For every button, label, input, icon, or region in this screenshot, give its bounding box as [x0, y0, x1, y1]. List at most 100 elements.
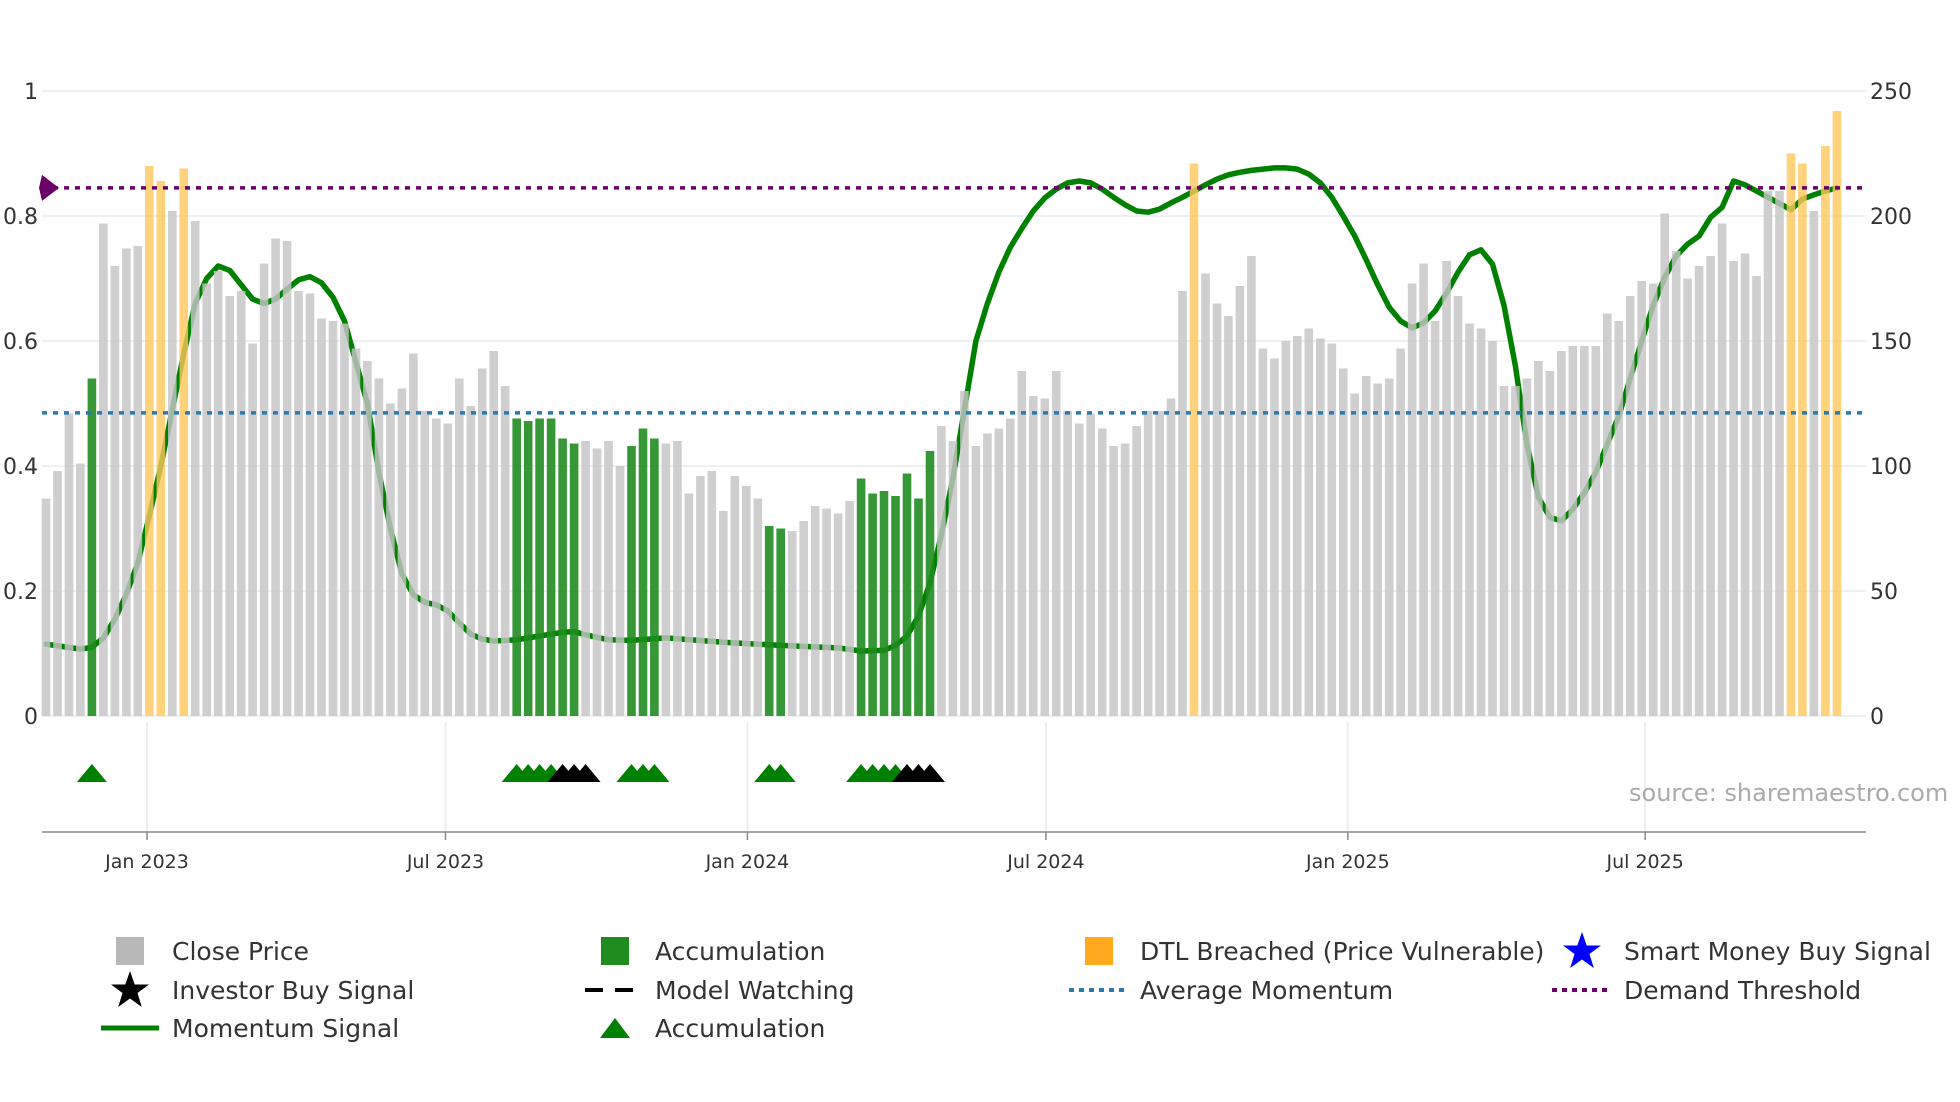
legend-label: DTL Breached (Price Vulnerable) [1140, 936, 1545, 966]
close-price-bar [64, 413, 74, 716]
left-axis-tick-label: 0.6 [3, 330, 38, 355]
close-price-bar [443, 423, 453, 716]
legend-label: Model Watching [655, 975, 855, 1005]
close-price-bar [1648, 283, 1658, 716]
close-price-bar [1316, 338, 1325, 716]
close-price-bar [1545, 371, 1555, 716]
close-price-bar [340, 323, 349, 716]
close-price-bar [432, 418, 441, 716]
close-price-bar [994, 428, 1004, 716]
close-price-bar [1763, 191, 1773, 716]
close-price-bar [1201, 273, 1210, 716]
close-price-bar [351, 348, 361, 716]
close-price-bar [1476, 328, 1486, 716]
close-price-bar [1683, 278, 1692, 716]
legend-label: Demand Threshold [1624, 975, 1862, 1005]
close-price-bar [822, 508, 831, 716]
left-axis-tick-label: 0.8 [3, 205, 38, 230]
close-price-bar [1407, 283, 1417, 716]
close-price-bar [719, 511, 728, 716]
close-price-bar [1430, 321, 1440, 716]
accumulation-bar [764, 526, 774, 716]
close-price-bar [1717, 223, 1727, 716]
accumulation-bar [87, 378, 97, 716]
x-axis-tick-label: Jul 2023 [406, 851, 484, 873]
close-price-bar [477, 368, 487, 716]
x-axis-tick-label: Jul 2025 [1605, 851, 1683, 873]
close-price-bar [1591, 346, 1601, 716]
close-price-bar [397, 388, 407, 716]
close-price-bar [799, 521, 808, 716]
close-price-bar [1132, 426, 1141, 716]
accumulation-bar [627, 446, 636, 716]
right-axis-tick-label: 0 [1870, 705, 1884, 730]
close-price-bar [271, 238, 280, 716]
dtl-breached-bar [1798, 163, 1807, 716]
close-price-bar [1029, 396, 1038, 716]
blue-dotted-line-icon [1069, 973, 1129, 1007]
close-price-bar [1006, 418, 1015, 716]
close-price-bar [1327, 343, 1337, 716]
close-price-bar [1396, 348, 1405, 716]
close-price-bar [1499, 386, 1509, 716]
legend-label: Momentum Signal [172, 1013, 400, 1043]
accumulation-bar [523, 421, 533, 716]
close-price-bar [1557, 351, 1566, 716]
close-price-bar [845, 501, 854, 716]
close-price-bar [742, 486, 751, 716]
black-dashed-line-icon [585, 973, 645, 1007]
accumulation-bar [512, 418, 521, 716]
green-triangle-icon [585, 1011, 645, 1045]
left-axis-tick-label: 1 [24, 80, 38, 105]
accumulation-bar [879, 491, 889, 716]
close-price-bar [1120, 443, 1130, 716]
close-price-bar [374, 378, 384, 716]
close-price-bar [1660, 213, 1669, 716]
close-price-bar [236, 291, 246, 716]
close-price-bar [386, 403, 395, 716]
close-price-bar [581, 441, 590, 716]
close-price-bar [1063, 411, 1072, 716]
close-price-bar [1224, 316, 1233, 716]
accumulation-bar [914, 498, 923, 716]
close-price-bar [1706, 256, 1715, 716]
close-price-bar [1568, 346, 1578, 716]
accumulation-bar [569, 443, 579, 716]
signal-markers [76, 764, 945, 782]
gray-square-icon [100, 934, 160, 968]
close-price-bar [328, 321, 338, 716]
close-price-bar [1247, 256, 1256, 716]
x-axis-tick-label: Jan 2023 [104, 851, 189, 873]
right-axis-tick-label: 100 [1870, 455, 1912, 480]
close-price-bar [1625, 296, 1635, 716]
close-price-bar [1614, 321, 1624, 716]
green-square-icon [585, 934, 645, 968]
close-price-bar [1522, 378, 1532, 716]
close-price-bar [41, 498, 51, 716]
legend-label: Average Momentum [1140, 975, 1394, 1005]
close-price-bar [1258, 348, 1268, 716]
accumulation-bar [558, 438, 567, 716]
x-axis-tick-label: Jan 2024 [705, 851, 790, 873]
close-price-bar [1212, 303, 1222, 716]
accumulation-bar [902, 473, 912, 716]
close-price-bar [466, 406, 476, 716]
dtl-breached-bar [179, 168, 189, 716]
close-price-bar [810, 506, 820, 716]
close-price-bar [76, 463, 85, 716]
close-price-bar [960, 391, 969, 716]
right-axis-tick-label: 250 [1870, 80, 1912, 105]
close-price-bar [1740, 253, 1750, 716]
dtl-breached-bar [1821, 146, 1830, 716]
close-price-bar [409, 353, 418, 716]
right-axis-tick-label: 150 [1870, 330, 1912, 355]
close-price-bar [225, 296, 234, 716]
close-price-bar [1155, 411, 1164, 716]
blue-star-icon [1552, 932, 1612, 968]
close-price-bar [1453, 296, 1463, 716]
source-attribution: source: sharemaestro.com [1629, 779, 1949, 807]
close-price-bar [1511, 386, 1520, 716]
close-price-bar [489, 351, 498, 716]
left-axis-tick-label: 0 [24, 705, 38, 730]
legend-label: Accumulation [655, 936, 826, 966]
